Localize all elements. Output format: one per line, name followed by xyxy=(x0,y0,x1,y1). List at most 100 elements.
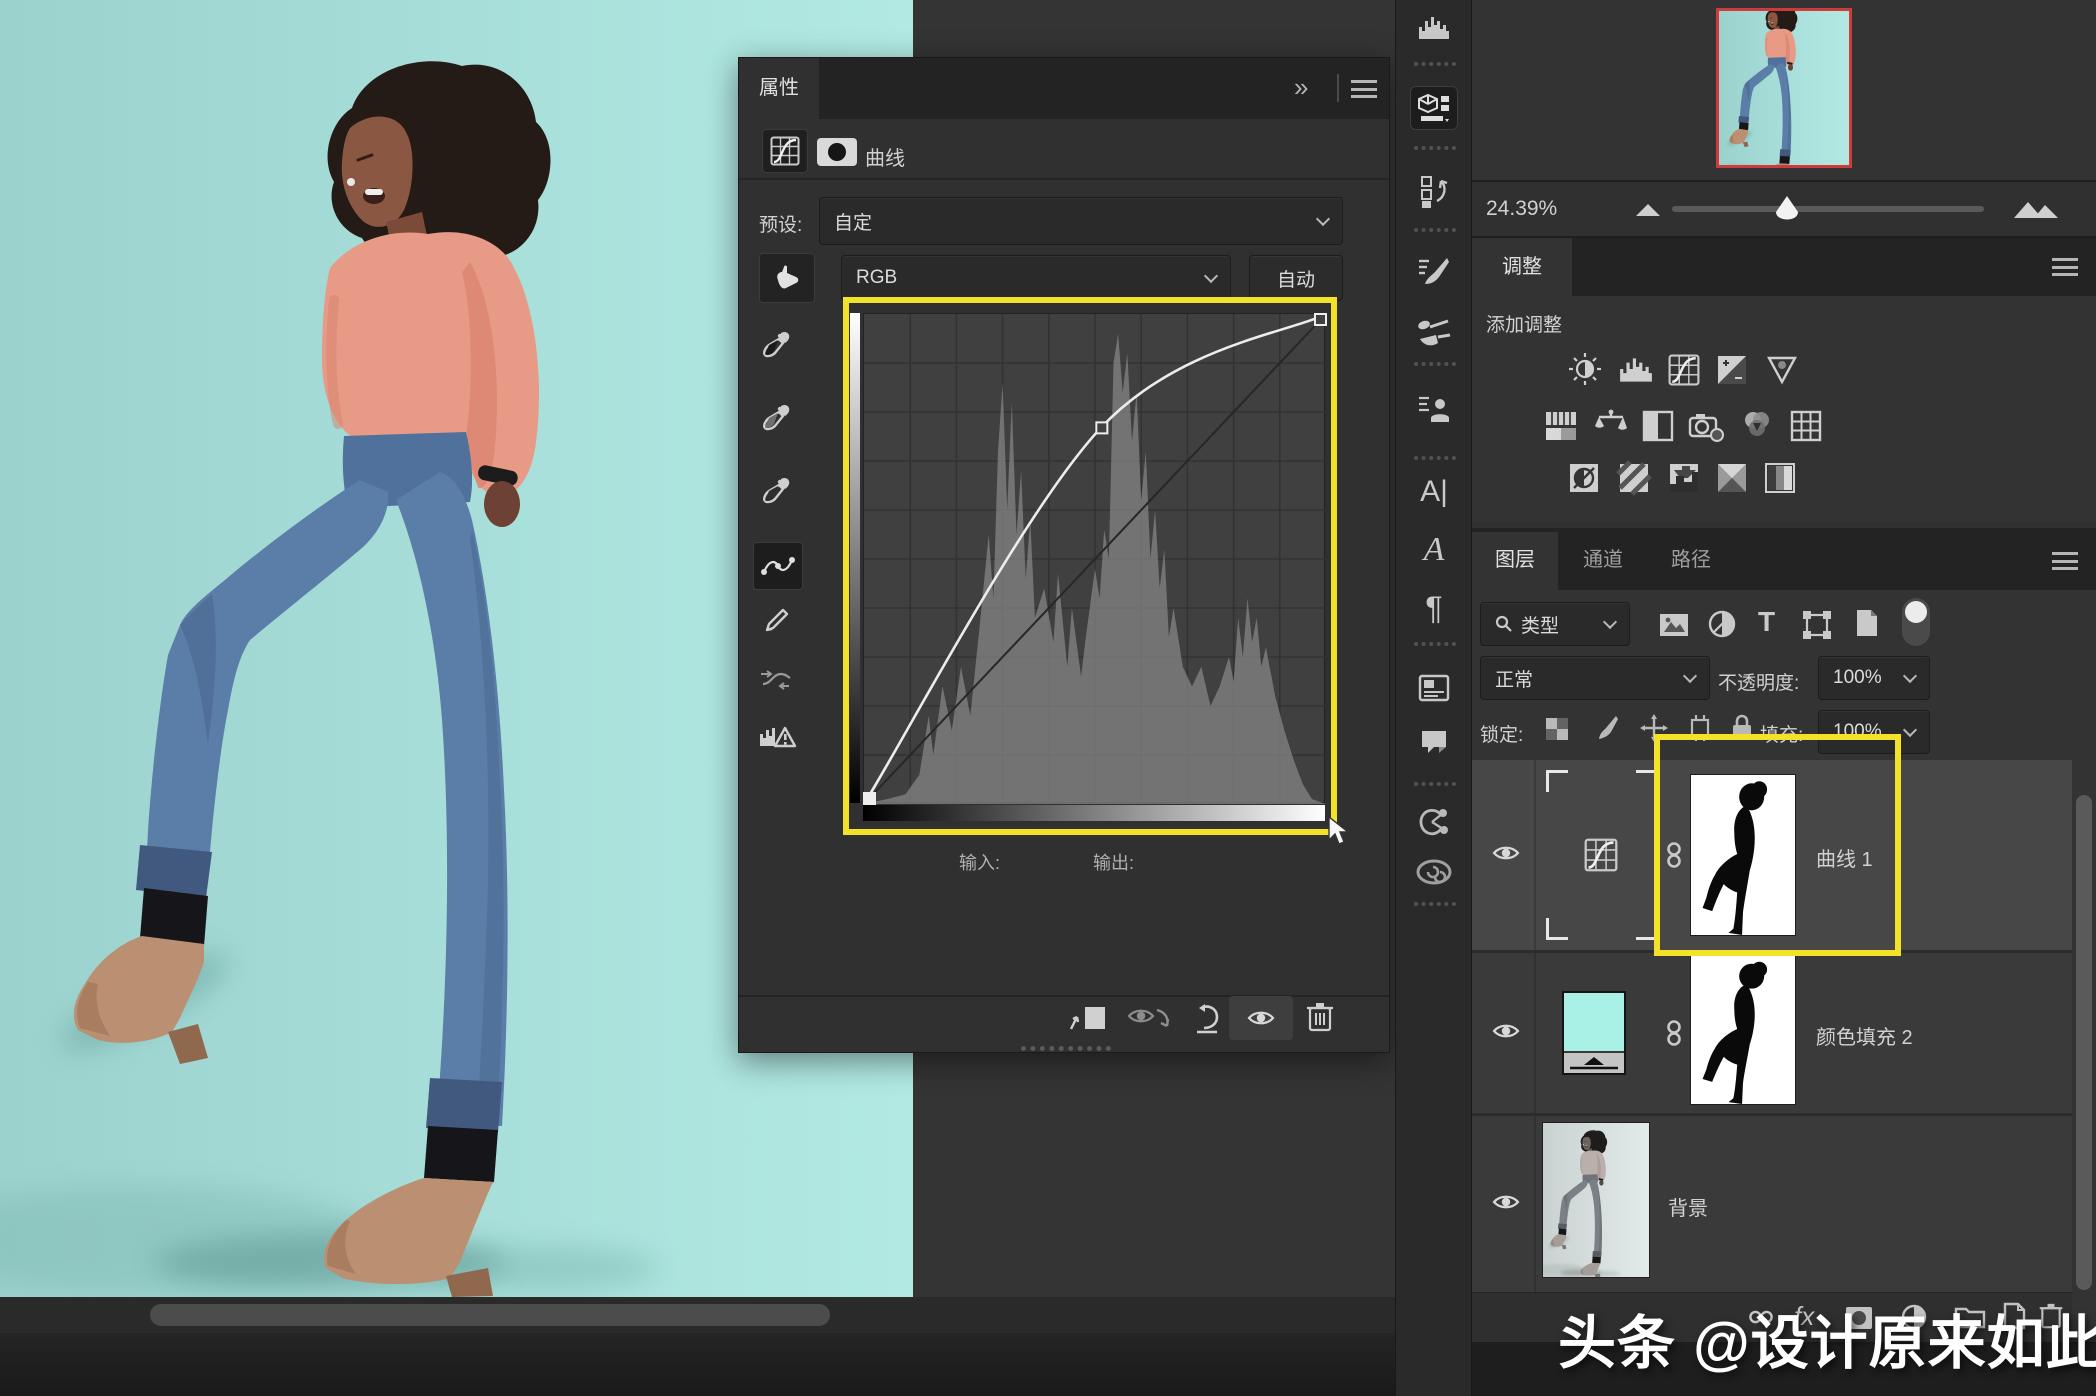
layer-mask-thumbnail[interactable] xyxy=(1690,955,1796,1105)
panel-menu-icon[interactable] xyxy=(2052,258,2078,276)
panel-group-grip[interactable] xyxy=(1414,228,1456,232)
curves-icon[interactable] xyxy=(1668,354,1700,386)
curve-point-tool-selected[interactable] xyxy=(753,542,803,590)
black-point-eyedropper-icon[interactable] xyxy=(761,330,791,358)
properties-panel-icon-selected[interactable] xyxy=(1410,86,1458,130)
panel-group-grip[interactable] xyxy=(1414,62,1456,66)
tab-adjustments[interactable]: 调整 xyxy=(1472,238,1572,296)
auto-button[interactable]: 自动 xyxy=(1249,255,1343,301)
filter-type-layers-icon[interactable]: T xyxy=(1758,606,1775,638)
horizontal-scrollbar[interactable] xyxy=(150,1304,830,1326)
creative-cloud-icon[interactable] xyxy=(1410,850,1458,894)
delete-adjustment-button[interactable] xyxy=(1305,1000,1335,1039)
panel-group-grip[interactable] xyxy=(1414,456,1456,460)
channel-dropdown[interactable]: RGB xyxy=(841,255,1231,301)
visibility-eye-icon[interactable] xyxy=(1492,1021,1520,1041)
color-balance-icon[interactable] xyxy=(1594,408,1628,442)
tab-layers[interactable]: 图层 xyxy=(1472,532,1558,590)
lock-transparency-icon[interactable] xyxy=(1544,716,1570,742)
zoom-out-icon[interactable] xyxy=(1634,200,1662,218)
mask-link-icon[interactable] xyxy=(1664,1020,1684,1046)
panel-group-grip[interactable] xyxy=(1414,362,1456,366)
character-panel-icon[interactable]: A| xyxy=(1410,470,1458,514)
pencil-curve-tool-icon[interactable] xyxy=(761,606,791,636)
mouse-cursor-icon xyxy=(1328,815,1351,845)
posterize-icon[interactable] xyxy=(1616,460,1652,496)
panel-group-grip[interactable] xyxy=(1414,782,1456,786)
gray-point-eyedropper-icon[interactable] xyxy=(761,403,791,431)
targeted-adjustment-tool[interactable] xyxy=(759,253,815,303)
layer-filter-dropdown[interactable]: 类型 xyxy=(1480,602,1630,646)
filter-shape-layers-icon[interactable] xyxy=(1802,610,1832,640)
zoom-percentage[interactable]: 24.39% xyxy=(1486,197,1557,221)
selective-color-icon[interactable] xyxy=(1716,462,1748,494)
adjustment-layer-thumbnail[interactable] xyxy=(1546,770,1658,940)
layer-name[interactable]: 背景 xyxy=(1668,1192,1708,1221)
channel-mixer-icon[interactable] xyxy=(1740,408,1774,442)
clip-to-layer-button[interactable] xyxy=(1067,1003,1109,1040)
color-fill-thumbnail[interactable] xyxy=(1562,991,1626,1075)
histogram-panel-icon[interactable] xyxy=(1410,6,1458,50)
brushes-panel-icon[interactable] xyxy=(1410,310,1458,354)
panel-group-grip[interactable] xyxy=(1414,902,1456,906)
layer-comps-panel-icon[interactable] xyxy=(1410,666,1458,710)
adjustment-title: 曲线 xyxy=(865,148,905,170)
reset-button[interactable] xyxy=(1189,1002,1223,1041)
tab-channels[interactable]: 通道 xyxy=(1560,532,1646,590)
paragraph-panel-icon[interactable]: ¶ xyxy=(1410,586,1458,630)
background-layer-thumbnail[interactable] xyxy=(1542,1122,1650,1278)
preset-dropdown[interactable]: 自定 xyxy=(819,197,1343,245)
brightness-contrast-icon[interactable] xyxy=(1568,352,1602,386)
view-previous-state-button[interactable] xyxy=(1127,1006,1173,1037)
add-adjustment-label: 添加调整 xyxy=(1486,315,1563,336)
tab-paths[interactable]: 路径 xyxy=(1648,532,1734,590)
opacity-label: 不透明度: xyxy=(1718,673,1800,694)
vibrance-icon[interactable] xyxy=(1766,354,1798,386)
share-panel-icon[interactable] xyxy=(1410,800,1458,844)
layer-row-color-fill-2[interactable]: 颜色填充 2 xyxy=(1472,953,2072,1113)
white-point-eyedropper-icon[interactable] xyxy=(761,476,791,504)
notes-panel-icon[interactable] xyxy=(1410,720,1458,764)
layer-name[interactable]: 颜色填充 2 xyxy=(1816,1021,1913,1050)
glyphs-panel-icon[interactable]: A xyxy=(1410,528,1458,572)
layer-row-background[interactable]: 背景 xyxy=(1472,1116,2072,1292)
tab-properties[interactable]: 属性 xyxy=(739,58,819,119)
zoom-slider-track[interactable] xyxy=(1672,206,1984,212)
blend-mode-dropdown[interactable]: 正常 xyxy=(1480,656,1710,700)
filter-image-layers-icon[interactable] xyxy=(1658,612,1690,638)
layers-vertical-scrollbar[interactable] xyxy=(2076,795,2092,1290)
filter-smart-objects-icon[interactable] xyxy=(1854,608,1880,638)
invert-icon[interactable] xyxy=(1568,462,1600,494)
zoom-in-icon[interactable] xyxy=(2012,194,2060,220)
layer-mask-icon[interactable] xyxy=(817,138,857,166)
black-white-icon[interactable] xyxy=(1642,410,1674,442)
panel-menu-icon[interactable] xyxy=(1351,80,1377,98)
filter-toggle-switch[interactable] xyxy=(1902,598,1930,646)
history-panel-icon[interactable] xyxy=(1410,170,1458,214)
panel-group-grip[interactable] xyxy=(1414,146,1456,150)
clone-source-panel-icon[interactable] xyxy=(1410,388,1458,432)
visibility-eye-icon[interactable] xyxy=(1492,1192,1520,1212)
zoom-slider-thumb[interactable] xyxy=(1774,194,1800,226)
panel-group-grip[interactable] xyxy=(1414,642,1456,646)
properties-panel: 属性 » 曲线 预设: 自定 RGB 自动 输入: 输出: xyxy=(738,57,1390,1053)
panel-resize-grip[interactable] xyxy=(1021,1046,1111,1051)
visibility-eye-icon[interactable] xyxy=(1492,843,1520,863)
photo-filter-icon[interactable] xyxy=(1688,410,1726,442)
exposure-icon[interactable] xyxy=(1716,354,1748,386)
collapse-panel-icon[interactable]: » xyxy=(1294,72,1308,103)
threshold-icon[interactable] xyxy=(1668,462,1700,494)
hue-saturation-icon[interactable] xyxy=(1544,410,1578,442)
color-swatch xyxy=(1564,993,1624,1051)
brush-settings-panel-icon[interactable] xyxy=(1410,250,1458,294)
opacity-field[interactable]: 100% xyxy=(1818,656,1930,700)
navigator-view-box[interactable] xyxy=(1716,8,1852,168)
color-lookup-icon[interactable] xyxy=(1790,410,1822,442)
levels-icon[interactable] xyxy=(1618,356,1654,384)
lock-pixels-brush-icon[interactable] xyxy=(1592,714,1620,742)
blend-mode-value: 正常 xyxy=(1495,669,1534,691)
visibility-toggle-button[interactable] xyxy=(1229,996,1293,1040)
gradient-map-icon[interactable] xyxy=(1764,462,1796,494)
filter-adjustment-layers-icon[interactable] xyxy=(1708,610,1736,638)
panel-menu-icon[interactable] xyxy=(2052,552,2078,570)
